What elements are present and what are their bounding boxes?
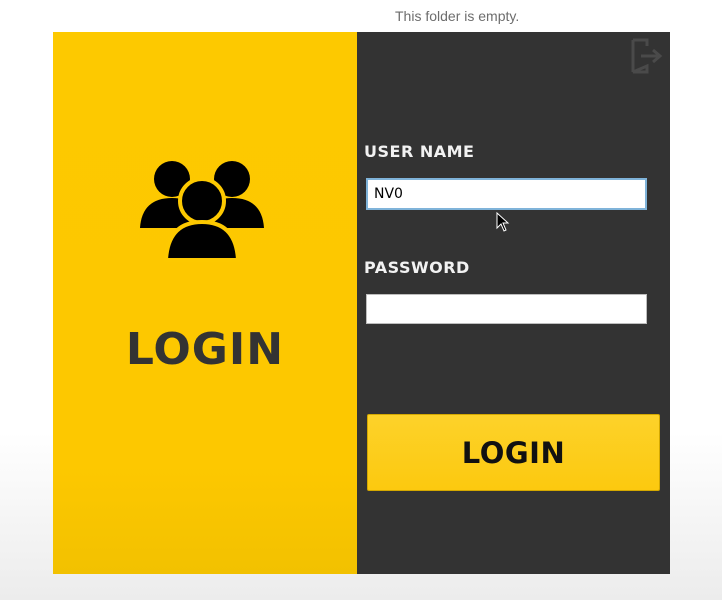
exit-door-icon[interactable] (629, 38, 665, 74)
login-button[interactable]: LOGIN (367, 414, 660, 491)
login-title: LOGIN (125, 324, 285, 375)
login-window: LOGIN USER NAME PASSWORD LOGIN (53, 32, 670, 574)
username-label: USER NAME (364, 142, 475, 161)
folder-empty-message: This folder is empty. (395, 8, 520, 24)
password-label: PASSWORD (364, 258, 470, 277)
login-brand-panel: LOGIN (53, 32, 357, 574)
login-button-label: LOGIN (461, 435, 566, 470)
password-input[interactable] (366, 294, 647, 324)
users-group-icon (140, 161, 264, 262)
username-input[interactable] (366, 178, 647, 210)
mouse-cursor-icon (496, 212, 510, 232)
login-form-panel: USER NAME PASSWORD LOGIN (357, 32, 670, 574)
